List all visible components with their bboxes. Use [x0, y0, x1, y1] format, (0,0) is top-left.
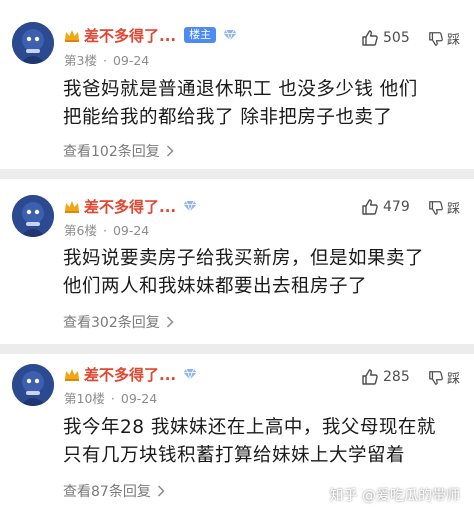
thumbs-up-icon [362, 199, 378, 215]
view-replies-link[interactable]: 查看102条回复 [63, 141, 174, 161]
user-name-row: 差不多得了... [64, 363, 197, 385]
comment-card: 差不多得了... 第6楼 · 09-24 479 踩 我妈说要卖房子给我买新房，但是… [0, 179, 474, 344]
comment-line: 我今年28 我妹妹还在上高中，我父母现在就 [63, 417, 436, 438]
dislike-label: 踩 [447, 202, 461, 217]
comment-line: 他们两人和我妹妹都要出去租房子了 [63, 276, 368, 297]
dislike-button[interactable]: 踩 [428, 368, 460, 387]
avatar[interactable] [12, 22, 54, 64]
dislike-label: 踩 [447, 372, 461, 387]
crown-icon [65, 201, 79, 213]
user-name[interactable]: 差不多得了... [84, 364, 176, 385]
floor-number: 第6楼 [64, 223, 97, 238]
view-replies-label: 查看102条回复 [63, 144, 160, 160]
thumbs-down-icon [429, 200, 443, 215]
chevron-right-icon [166, 316, 174, 328]
crown-icon [65, 369, 79, 381]
comment-meta: 第10楼 · 09-24 [64, 391, 158, 406]
comment-text: 我今年28 我妹妹还在上高中，我父母现在就 只有几万块钱积蓄打算给妹妹上大学留着 [63, 414, 463, 470]
avatar[interactable] [12, 364, 54, 406]
watermark: 知乎 @爱吃瓜的带师 [329, 488, 460, 504]
view-replies-label: 查看87条回复 [63, 484, 151, 500]
comment-line: 我妈说要卖房子给我买新房，但是如果卖了 [63, 248, 425, 269]
comment-line: 把能给我的都给我了 除非把房子也卖了 [63, 107, 393, 128]
dislike-button[interactable]: 踩 [428, 198, 460, 217]
chevron-right-icon [157, 485, 165, 497]
op-badge: 楼主 [184, 27, 217, 43]
like-count: 505 [383, 30, 410, 46]
like-count: 285 [383, 369, 410, 385]
like-button[interactable]: 479 [361, 198, 410, 216]
user-name[interactable]: 差不多得了... [84, 196, 176, 217]
comment-date: 09-24 [112, 53, 150, 68]
comment-text: 我妈说要卖房子给我买新房，但是如果卖了 他们两人和我妹妹都要出去租房子了 [63, 245, 463, 301]
user-name-row: 差不多得了... [64, 195, 197, 217]
comment-line: 我爸妈就是普通退休职工 也没多少钱 他们 [63, 79, 418, 100]
comment-text: 我爸妈就是普通退休职工 也没多少钱 他们 把能给我的都给我了 除非把房子也卖了 [63, 76, 463, 132]
avatar[interactable] [12, 195, 54, 237]
view-replies-label: 查看302条回复 [63, 315, 160, 331]
diamond-level-icon [223, 29, 237, 41]
thumbs-up-icon [362, 30, 378, 46]
chevron-right-icon [166, 145, 174, 157]
comment-list: 差不多得了... 楼主 第3楼 · 09-24 505 踩 我爸妈就是普通退休职工 … [0, 0, 474, 513]
thumbs-down-icon [429, 31, 443, 46]
comment-date: 09-24 [112, 223, 150, 238]
comment-line: 只有几万块钱积蓄打算给妹妹上大学留着 [63, 445, 406, 466]
comment-date: 09-24 [120, 391, 158, 406]
diamond-level-icon [183, 200, 197, 212]
like-button[interactable]: 285 [361, 368, 410, 386]
view-replies-link[interactable]: 查看302条回复 [63, 312, 174, 332]
dislike-button[interactable]: 踩 [428, 29, 460, 48]
comment-meta: 第3楼 · 09-24 [64, 53, 150, 68]
floor-number: 第10楼 [64, 391, 105, 406]
user-name-row: 差不多得了... 楼主 [64, 24, 237, 46]
like-button[interactable]: 505 [361, 29, 410, 47]
comment-meta: 第6楼 · 09-24 [64, 223, 150, 238]
comment-card: 差不多得了... 楼主 第3楼 · 09-24 505 踩 我爸妈就是普通退休职工 … [0, 0, 474, 169]
diamond-level-icon [183, 368, 197, 380]
thumbs-down-icon [429, 370, 443, 385]
dislike-label: 踩 [447, 33, 461, 48]
user-name[interactable]: 差不多得了... [84, 25, 176, 46]
like-count: 479 [383, 199, 410, 215]
thumbs-up-icon [362, 369, 378, 385]
view-replies-link[interactable]: 查看87条回复 [63, 481, 165, 501]
floor-number: 第3楼 [64, 53, 97, 68]
crown-icon [65, 30, 79, 42]
